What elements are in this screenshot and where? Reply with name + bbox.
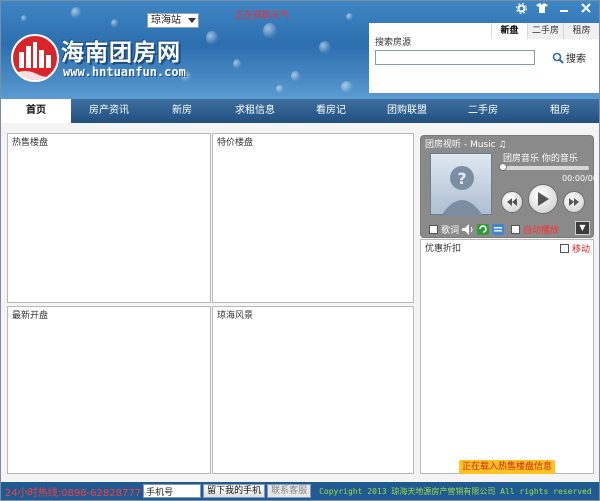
previous-button[interactable] <box>501 191 523 213</box>
chevron-down-icon <box>188 18 196 23</box>
album-art-placeholder: ? <box>430 153 492 216</box>
seek-bar[interactable] <box>499 163 589 171</box>
search-tab-secondhand[interactable]: 二手房 <box>527 23 563 39</box>
nav-item-group-buy[interactable]: 团购联盟 <box>369 99 445 123</box>
search-tabs: 新盘 二手房 租房 <box>491 23 599 39</box>
phone-input[interactable] <box>143 484 202 498</box>
play-button[interactable] <box>528 184 558 214</box>
track-title: 团房音乐 你的音乐 <box>503 154 578 164</box>
copyright-text: Copyright 2013 琼海天地源房产营销有限公司 All rights … <box>319 486 592 496</box>
search-input[interactable] <box>375 50 535 65</box>
header-banner: 海南团房网 www.hntuanfun.com 琼海站 正在获取天气 新盘 二手… <box>1 1 599 99</box>
logo-icon <box>11 34 59 82</box>
nav-item-new-homes[interactable]: 新房 <box>147 99 217 123</box>
nav-item-home[interactable]: 首页 <box>1 99 71 123</box>
hotline-text: 24小时热线:0898-62828777 <box>5 487 142 499</box>
gear-icon[interactable] <box>513 3 529 17</box>
previous-icon <box>507 198 517 206</box>
search-label: 搜索房源 <box>375 38 412 48</box>
search-button-label: 搜索 <box>566 54 586 65</box>
close-icon[interactable] <box>578 3 594 17</box>
search-icon <box>552 52 564 64</box>
hot-listings-panel: 热售楼盘 <box>7 133 211 303</box>
svg-text:?: ? <box>457 169 466 188</box>
loading-status: 正在载入热售楼盘信息 <box>459 460 556 474</box>
leave-phone-button[interactable]: 留下我的手机 <box>203 484 266 498</box>
logo-title: 海南团房网 <box>61 40 181 66</box>
city-skyline-icon <box>19 42 51 68</box>
promotions-title: 优惠折扣 <box>425 244 462 254</box>
nav-item-rent-requests[interactable]: 求租信息 <box>217 99 293 123</box>
next-icon <box>569 198 579 206</box>
expand-button[interactable]: ▼ <box>575 221 590 235</box>
footer-bar: 24小时热线:0898-62828777 留下我的手机 联系客服 Copyrig… <box>1 482 599 500</box>
special-listings-panel: 特价楼盘 <box>212 133 414 303</box>
contact-service-button[interactable]: 联系客服 <box>267 484 312 498</box>
autoplay-label: 自动播放 <box>523 225 560 236</box>
scenery-panel: 琼海风景 <box>212 306 414 474</box>
special-listings-title: 特价楼盘 <box>217 138 254 148</box>
refresh-icon[interactable] <box>477 223 490 235</box>
app-window: 海南团房网 www.hntuanfun.com 琼海站 正在获取天气 新盘 二手… <box>0 0 600 501</box>
nav-item-rent[interactable]: 租房 <box>521 99 599 123</box>
weather-status: 正在获取天气 <box>235 11 290 21</box>
nav-item-secondhand[interactable]: 二手房 <box>445 99 521 123</box>
nav-item-news[interactable]: 房产资讯 <box>71 99 147 123</box>
hot-listings-title: 热售楼盘 <box>12 138 49 148</box>
volume-icon[interactable] <box>462 223 474 235</box>
search-button[interactable]: 搜索 <box>552 50 586 65</box>
playlist-icon[interactable] <box>492 223 505 235</box>
move-checkbox[interactable] <box>559 244 569 253</box>
city-select[interactable]: 琼海站 <box>147 13 199 28</box>
player-options: 歌词 自动播放 <box>429 222 559 236</box>
search-tab-rent[interactable]: 租房 <box>563 23 599 39</box>
scenery-title: 琼海风景 <box>217 311 254 321</box>
music-player: 团房视听 - Music ♫ ? 团房音乐 你的音乐 00:00/00:00 歌… <box>420 135 599 238</box>
search-panel: 新盘 二手房 租房 搜索房源 搜索 <box>369 23 599 93</box>
autoplay-checkbox[interactable] <box>511 224 521 234</box>
new-openings-title: 最新开盘 <box>12 311 49 321</box>
minimize-icon[interactable] <box>556 3 572 17</box>
move-toggle[interactable]: 移动 <box>559 242 590 255</box>
chevron-down-icon: ▼ <box>579 223 586 232</box>
search-tab-new[interactable]: 新盘 <box>491 23 527 39</box>
seek-handle[interactable] <box>499 163 507 171</box>
lyrics-label: 歌词 <box>441 225 460 236</box>
logo-url: www.hntuanfun.com <box>63 65 186 79</box>
next-button[interactable] <box>563 191 585 213</box>
lyrics-checkbox[interactable] <box>429 224 438 234</box>
player-title: 团房视听 - Music ♫ <box>425 140 507 150</box>
unknown-user-icon: ? <box>441 166 483 216</box>
city-select-value: 琼海站 <box>151 15 181 26</box>
move-label: 移动 <box>571 245 590 255</box>
play-icon <box>538 192 549 206</box>
nav-item-viewing-notes[interactable]: 看房记 <box>293 99 369 123</box>
play-time: 00:00/00:00 <box>562 174 599 183</box>
main-nav: 首页 房产资讯 新房 求租信息 看房记 团购联盟 二手房 租房 <box>1 99 599 123</box>
promotions-panel: 优惠折扣 移动 <box>420 239 594 474</box>
new-openings-panel: 最新开盘 <box>7 306 211 474</box>
shirt-icon[interactable] <box>534 3 550 17</box>
